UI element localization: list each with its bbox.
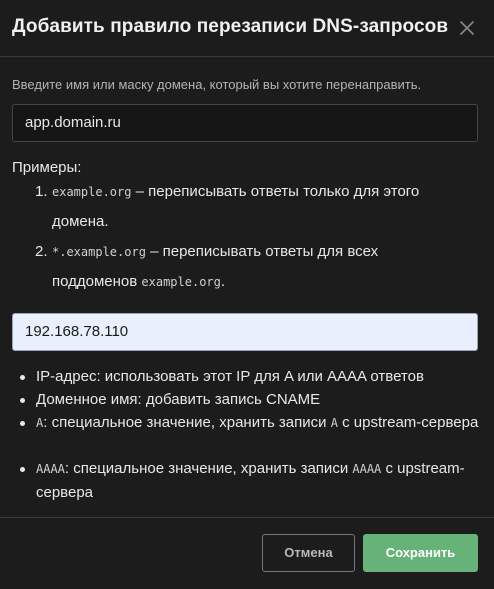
example-number: 1. [35,183,48,200]
dialog-footer: Отмена Сохранить [0,517,494,589]
hint-text: с upstream-сервера [337,414,479,431]
hint-text: : специальное значение, хранить записи [43,414,331,431]
hint-item: AAAA: специальное значение, хранить запи… [20,457,486,504]
bullet [20,375,25,380]
hint-code: AAAA [36,462,65,476]
examples-title: Примеры: [12,159,82,176]
bullet [20,421,25,426]
example-code: example.org [52,185,132,199]
example-number: 2. [35,243,48,260]
hint-item: IP-адрес: использовать этот IP для A или… [20,365,486,388]
hint-item: Доменное имя: добавить запись CNAME [20,388,486,411]
example-line-2: поддоменов example.org. [52,273,225,290]
hint-code: AAAA [352,462,382,476]
example-code: *.example.org [52,245,146,259]
domain-input[interactable]: app.domain.ru [12,104,478,142]
hint-text: IP-адрес: использовать этот IP для A или… [36,368,424,385]
example-code: example.org [141,275,221,289]
example-line: example.org – переписывать ответы только… [52,183,419,200]
hint-text: Доменное имя: добавить запись CNAME [36,391,321,408]
close-icon[interactable] [458,19,476,37]
hint-code: A [330,416,338,430]
answer-input[interactable]: 192.168.78.110 [12,313,478,351]
hint-text: : специальное значение, хранить записи [64,460,353,477]
example-text-continued: домена. [52,213,109,230]
example-text: – переписывать ответы для всех [145,243,379,260]
bullet [20,467,25,472]
dialog-header: Добавить правило перезаписи DNS-запросов [0,0,494,57]
bullet [20,398,25,403]
cancel-button[interactable]: Отмена [262,534,355,572]
rewrite-rule-dialog: Добавить правило перезаписи DNS-запросов… [0,0,494,589]
example-text: – переписывать ответы только для этого [131,183,420,200]
hint-item: A: специальное значение, хранить записи … [20,411,486,435]
domain-description: Введите имя или маску домена, который вы… [12,77,422,92]
dialog-title: Добавить правило перезаписи DNS-запросов [12,16,449,37]
example-text: . [220,273,226,290]
example-line: *.example.org – переписывать ответы для … [52,243,378,260]
save-button[interactable]: Сохранить [363,534,478,572]
example-text: поддоменов [52,273,142,290]
